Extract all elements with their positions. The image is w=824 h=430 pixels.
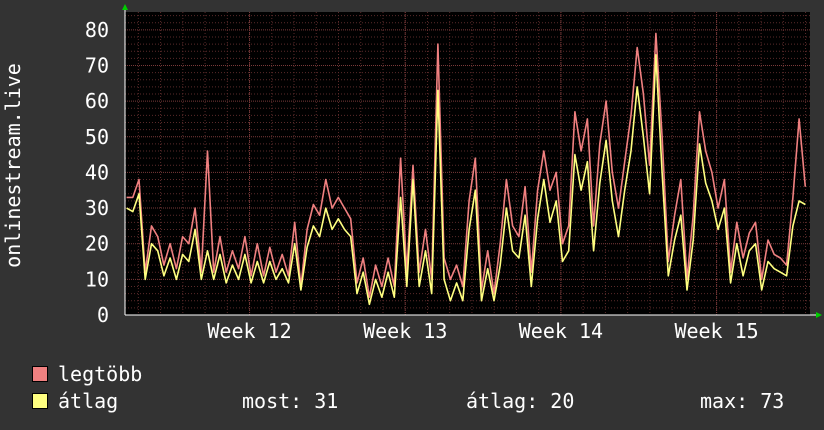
y-tick-label: 60 — [85, 89, 109, 113]
y-tick-label: 30 — [85, 196, 109, 220]
legend-item-atlag: átlag — [32, 389, 118, 413]
line-chart: 0 10 20 30 40 50 60 70 80 Week 12 Week 13 Week 14 We… — [1, 4, 822, 343]
x-tick-label: Week 15 — [674, 319, 758, 343]
y-tick-label: 10 — [85, 267, 109, 291]
y-axis-title: onlinestream.live — [1, 63, 25, 268]
stat-most: most: 31 — [242, 389, 339, 413]
legend-label-atlag: átlag — [58, 389, 119, 413]
y-tick-label: 50 — [85, 125, 109, 149]
y-tick-label: 70 — [85, 53, 109, 77]
legend-item-legtobb: legtöbb — [32, 362, 142, 386]
x-tick-label: Week 12 — [207, 319, 291, 343]
y-tick-label: 80 — [85, 18, 109, 42]
x-axis-arrow — [816, 312, 822, 318]
x-tick-label: Week 13 — [363, 319, 447, 343]
legend-swatch-legtobb — [32, 366, 48, 382]
stat-max: max: 73 — [700, 389, 785, 413]
legend-label-legtobb: legtöbb — [58, 362, 143, 386]
y-axis-arrow — [122, 4, 128, 10]
y-tick-label: 40 — [85, 160, 109, 184]
y-tick-label: 20 — [85, 232, 109, 256]
x-tick-label: Week 14 — [519, 319, 603, 343]
stat-atlag: átlag: 20 — [466, 389, 575, 413]
legend-swatch-atlag — [32, 393, 48, 409]
y-tick-label: 0 — [97, 303, 109, 327]
